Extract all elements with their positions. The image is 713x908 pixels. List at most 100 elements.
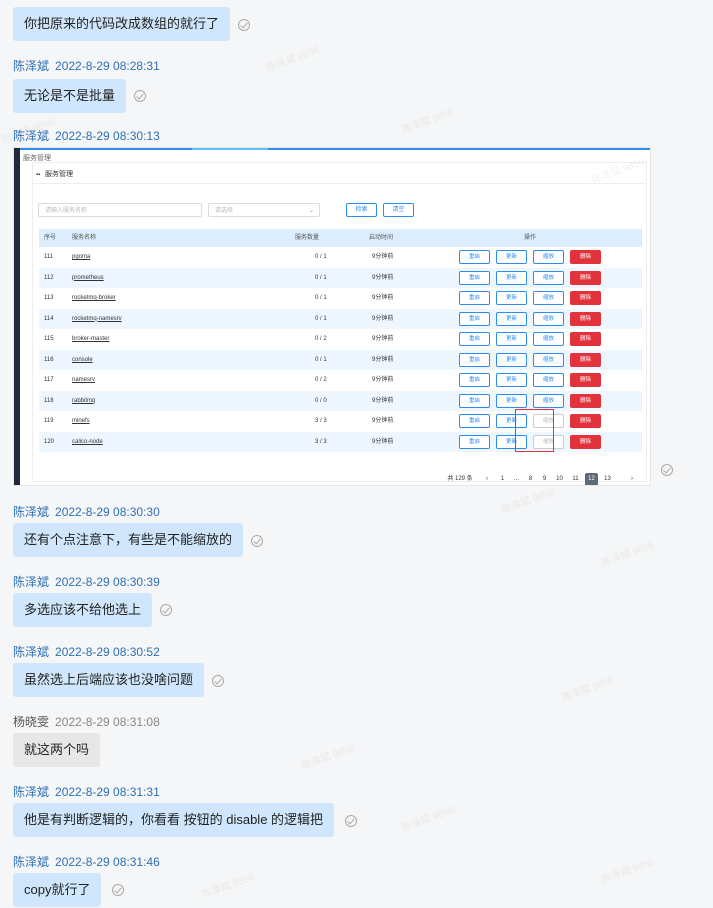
- delete-button[interactable]: 删除: [570, 352, 601, 367]
- table-row: 117 namesrv 0 / 2 9分钟前 重启 更新 缩放 删除: [39, 370, 642, 391]
- service-name-link[interactable]: namesrv: [72, 370, 95, 390]
- restart-button[interactable]: 重启: [459, 250, 490, 264]
- delete-button[interactable]: 删除: [570, 434, 601, 449]
- sender-name[interactable]: 陈泽斌: [13, 575, 49, 589]
- pager-page[interactable]: 13: [601, 473, 614, 485]
- update-button[interactable]: 更新: [496, 332, 527, 346]
- service-name-link[interactable]: console: [72, 350, 93, 370]
- restart-button[interactable]: 重启: [459, 270, 490, 285]
- row-id: 111: [44, 254, 54, 260]
- sender-name[interactable]: 陈泽斌: [13, 59, 49, 73]
- service-name-link[interactable]: prometheus: [72, 268, 104, 288]
- pager-next[interactable]: ›: [627, 473, 637, 485]
- service-name-link[interactable]: rocketmq-namesrv: [72, 309, 122, 329]
- restart-button[interactable]: 重启: [459, 332, 490, 346]
- chevron-down-icon: ⌄: [308, 208, 314, 214]
- pager-prev[interactable]: ‹: [482, 473, 492, 485]
- update-button[interactable]: 更新: [496, 291, 527, 305]
- delete-button[interactable]: 删除: [570, 311, 601, 326]
- service-name-link[interactable]: pgoma: [72, 247, 90, 267]
- update-button[interactable]: 更新: [496, 250, 527, 264]
- service-name-link[interactable]: rocketmq-broker: [72, 288, 116, 308]
- delete-button[interactable]: 删除: [570, 414, 601, 428]
- row-id: 119: [44, 418, 54, 424]
- timestamp: 2022-8-29 08:30:13: [55, 129, 160, 143]
- update-button[interactable]: 更新: [496, 373, 527, 387]
- message-meta: 陈泽斌 2022-8-29 08:30:52: [13, 643, 160, 660]
- scale-button[interactable]: 缩放: [533, 352, 564, 367]
- search-input[interactable]: 请输入服务名称: [38, 203, 202, 217]
- sender-name[interactable]: 陈泽斌: [13, 855, 49, 869]
- top-accent-bar: [20, 148, 650, 150]
- sender-name[interactable]: 杨晓雯: [13, 715, 49, 729]
- update-button[interactable]: 更新: [496, 270, 527, 285]
- restart-button[interactable]: 重启: [459, 291, 490, 305]
- service-name-link[interactable]: broker-master: [72, 329, 109, 349]
- table-header: 序号 服务名称 服务数量 启动时间 操作: [39, 229, 642, 247]
- read-check-icon: [345, 815, 357, 827]
- restart-button[interactable]: 重启: [459, 414, 490, 428]
- service-count: 0 / 2: [315, 336, 327, 342]
- delete-button[interactable]: 删除: [570, 270, 601, 285]
- scale-button[interactable]: 缩放: [533, 332, 564, 346]
- watermark: 陈泽斌 9856: [500, 486, 556, 516]
- service-panel: ▪▪ 服务管理 请输入服务名称 请选择 ⌄ 检索 清空 序号 服务名称 服务数量 …: [32, 162, 647, 485]
- service-name-link[interactable]: minefs: [72, 411, 90, 431]
- service-name-link[interactable]: rabbitmq: [72, 391, 95, 411]
- sender-name[interactable]: 陈泽斌: [13, 645, 49, 659]
- service-count: 0 / 1: [315, 356, 327, 363]
- screenshot-image[interactable]: 服务管理 ▪▪ 服务管理 请输入服务名称 请选择 ⌄ 检索 清空 序号 服务名称 …: [13, 147, 651, 486]
- delete-button[interactable]: 删除: [570, 393, 601, 408]
- pager-page[interactable]: 1: [497, 473, 508, 485]
- pager-page[interactable]: …: [511, 473, 522, 485]
- loading-bar: [192, 148, 268, 150]
- scale-button[interactable]: 缩放: [533, 250, 564, 264]
- delete-button[interactable]: 删除: [570, 373, 601, 387]
- row-id: 114: [44, 315, 54, 322]
- message-meta: 陈泽斌 2022-8-29 08:31:46: [13, 853, 160, 870]
- service-count: 0 / 1: [315, 274, 327, 281]
- restart-button[interactable]: 重启: [459, 393, 490, 408]
- delete-button[interactable]: 删除: [570, 291, 601, 305]
- pager-page[interactable]: 8: [525, 473, 536, 485]
- scale-button[interactable]: 缩放: [533, 393, 564, 408]
- restart-button[interactable]: 重启: [459, 352, 490, 367]
- pager-page[interactable]: 10: [553, 473, 566, 485]
- update-button[interactable]: 更新: [496, 311, 527, 326]
- message-meta: 陈泽斌 2022-8-29 08:31:31: [13, 783, 160, 800]
- watermark: 陈泽斌 9856: [300, 742, 356, 772]
- status-select[interactable]: 请选择 ⌄: [208, 203, 320, 217]
- sender-name[interactable]: 陈泽斌: [13, 785, 49, 799]
- delete-button[interactable]: 删除: [570, 250, 601, 264]
- message-bubble: 无论是不是批量: [13, 79, 127, 113]
- update-button[interactable]: 更新: [496, 352, 527, 367]
- restart-button[interactable]: 重启: [459, 311, 490, 326]
- message-bubble: 你把原来的代码改成数组的就行了: [13, 7, 231, 41]
- scale-button[interactable]: 缩放: [533, 311, 564, 326]
- timestamp: 2022-8-29 08:30:30: [55, 505, 160, 519]
- pager-page[interactable]: 12: [585, 473, 598, 485]
- start-time: 9分钟前: [372, 356, 394, 363]
- delete-button[interactable]: 删除: [570, 332, 601, 346]
- service-count: 3 / 3: [315, 438, 327, 445]
- clear-button[interactable]: 清空: [383, 203, 414, 217]
- watermark: 陈泽斌 9856: [560, 674, 616, 704]
- restart-button[interactable]: 重启: [459, 373, 490, 387]
- watermark: 陈泽斌 9856: [600, 856, 656, 886]
- restart-button[interactable]: 重启: [459, 434, 490, 449]
- message-meta: 陈泽斌 2022-8-29 08:30:39: [13, 573, 160, 590]
- update-button[interactable]: 更新: [496, 393, 527, 408]
- start-time: 9分钟前: [372, 315, 394, 322]
- scale-button[interactable]: 缩放: [533, 373, 564, 387]
- table-row: 112 prometheus 0 / 1 9分钟前 重启 更新 缩放 删除: [39, 267, 642, 288]
- scale-button[interactable]: 缩放: [533, 270, 564, 285]
- search-button[interactable]: 检索: [346, 203, 377, 217]
- pager-page[interactable]: 11: [569, 473, 582, 485]
- read-check-icon: [212, 675, 224, 687]
- read-check-icon: [661, 464, 673, 476]
- start-time: 9分钟前: [372, 377, 394, 383]
- message-bubble: 就这两个吗: [13, 733, 101, 767]
- service-name-link[interactable]: calico-node: [72, 432, 103, 452]
- sender-name[interactable]: 陈泽斌: [13, 505, 49, 519]
- scale-button[interactable]: 缩放: [533, 291, 564, 305]
